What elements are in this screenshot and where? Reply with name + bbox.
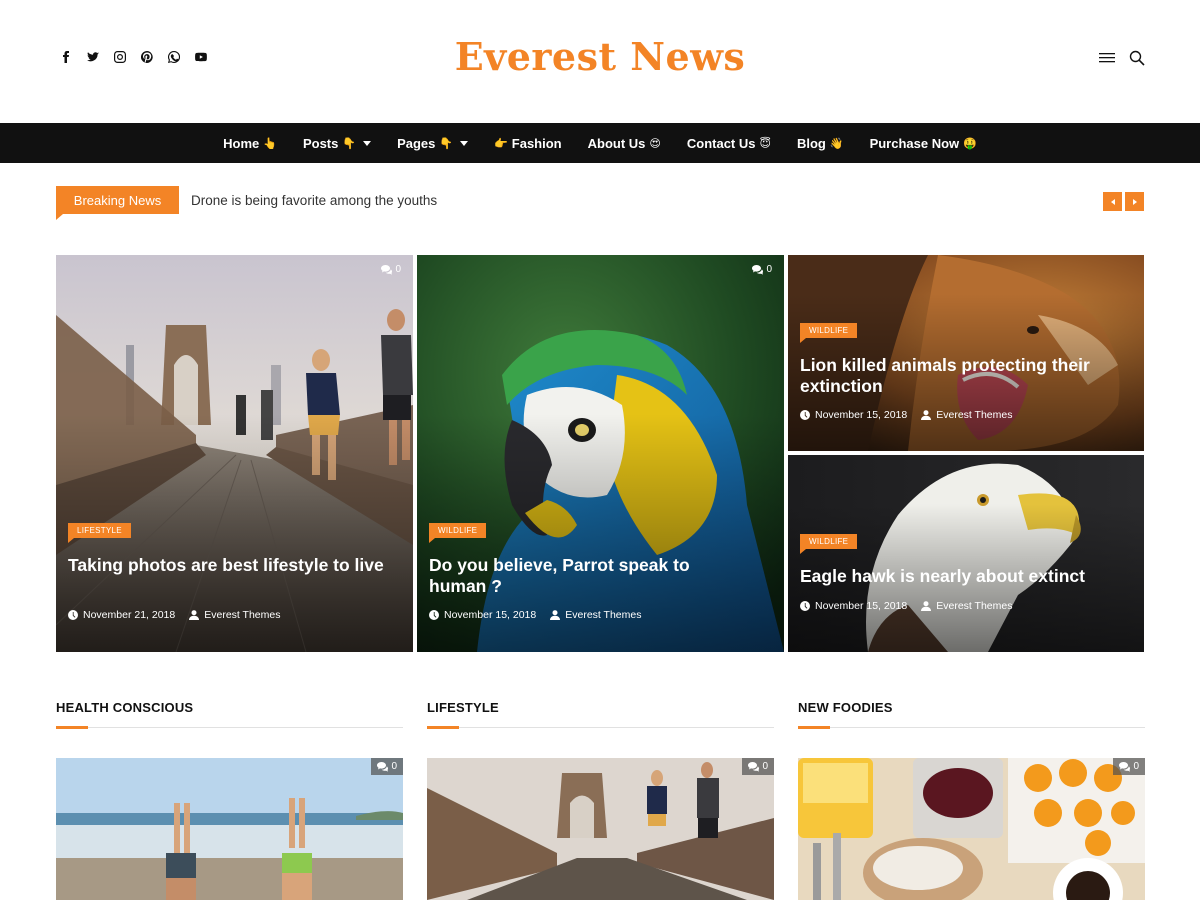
article-title[interactable]: Lion killed animals protecting their ext… bbox=[800, 355, 1140, 397]
breaking-news-controls bbox=[1103, 192, 1144, 211]
header-actions bbox=[1098, 49, 1146, 67]
beach-handstand-image bbox=[56, 758, 403, 900]
money-mouth-emoji: 🤑 bbox=[963, 137, 977, 150]
prev-arrow-icon[interactable] bbox=[1103, 192, 1122, 211]
comments-icon bbox=[748, 761, 760, 772]
article-date: November 15, 2018 bbox=[815, 409, 908, 421]
pointing-down-emoji: 👇 bbox=[342, 137, 357, 150]
comment-count-value: 0 bbox=[391, 761, 397, 772]
comment-count[interactable]: 0 bbox=[752, 264, 772, 275]
user-icon bbox=[189, 610, 200, 620]
menu-icon[interactable] bbox=[1098, 49, 1116, 67]
clock-icon bbox=[800, 410, 810, 420]
pointing-up-emoji: 👆 bbox=[263, 137, 277, 150]
comments-icon bbox=[752, 264, 764, 275]
category-tag[interactable]: WILDLIFE bbox=[800, 323, 858, 343]
section-post-card[interactable]: 0 bbox=[427, 758, 774, 900]
chevron-down-icon bbox=[363, 140, 372, 146]
article-title[interactable]: Taking photos are best lifestyle to live bbox=[68, 555, 398, 576]
nav-item-home[interactable]: Home 👆 bbox=[210, 136, 290, 151]
breakfast-image bbox=[798, 758, 1145, 900]
nav-item-pages[interactable]: Pages 👇 bbox=[384, 136, 481, 151]
article-title[interactable]: Eagle hawk is nearly about extinct bbox=[800, 566, 1140, 587]
next-arrow-icon[interactable] bbox=[1125, 192, 1144, 211]
halo-emoji: 😇 bbox=[759, 137, 771, 150]
comment-count-value: 0 bbox=[1133, 761, 1139, 772]
section-post-card[interactable]: 0 bbox=[56, 758, 403, 900]
nav-label: Fashion bbox=[511, 135, 562, 151]
section-title[interactable]: LIFESTYLE bbox=[427, 700, 774, 715]
nav-label: Blog bbox=[796, 135, 826, 151]
nav-item-blog[interactable]: Blog 👋 bbox=[784, 136, 857, 151]
user-icon bbox=[921, 601, 932, 611]
article-author[interactable]: Everest Themes bbox=[204, 609, 280, 621]
main-nav: Home 👆 Posts 👇 Pages 👇 👉 Fashion About Us 😍 C… bbox=[0, 123, 1200, 163]
user-icon bbox=[550, 610, 561, 620]
comments-icon bbox=[377, 761, 389, 772]
comments-icon bbox=[1119, 761, 1131, 772]
nav-item-posts[interactable]: Posts 👇 bbox=[290, 136, 384, 151]
comment-count[interactable]: 0 bbox=[381, 264, 401, 275]
section-header-health-conscious: HEALTH CONSCIOUS bbox=[56, 700, 403, 729]
featured-card[interactable]: 0 LIFESTYLE Taking photos are best lifes… bbox=[56, 255, 413, 652]
nav-item-contact-us[interactable]: Contact Us 😇 bbox=[674, 136, 784, 151]
article-meta: November 15, 2018 Everest Themes bbox=[429, 609, 642, 621]
comment-count[interactable]: 0 bbox=[371, 758, 403, 775]
article-author[interactable]: Everest Themes bbox=[936, 409, 1012, 421]
category-tag[interactable]: LIFESTYLE bbox=[68, 523, 131, 543]
nav-label: Pages bbox=[397, 135, 436, 151]
nav-label: About Us bbox=[587, 135, 646, 151]
breaking-news-bar: Breaking News Drone is being favorite am… bbox=[56, 186, 1144, 220]
clock-icon bbox=[68, 610, 78, 620]
bridge-runners-image bbox=[427, 758, 774, 900]
category-tag[interactable]: WILDLIFE bbox=[429, 523, 487, 543]
comment-count-value: 0 bbox=[766, 264, 772, 275]
section-title[interactable]: HEALTH CONSCIOUS bbox=[56, 700, 403, 715]
comment-count-value: 0 bbox=[395, 264, 401, 275]
nav-item-purchase-now[interactable]: Purchase Now 🤑 bbox=[857, 136, 990, 151]
site-logo[interactable]: Everest News bbox=[0, 34, 1200, 79]
section-header-new-foodies: NEW FOODIES bbox=[798, 700, 1145, 729]
nav-label: Posts bbox=[302, 135, 339, 151]
comment-count[interactable]: 0 bbox=[1113, 758, 1145, 775]
clock-icon bbox=[429, 610, 439, 620]
featured-card[interactable]: WILDLIFE Lion killed animals protecting … bbox=[788, 255, 1144, 451]
featured-card[interactable]: 0 WILDLIFE Do you believe, Parrot speak … bbox=[417, 255, 784, 652]
waving-hand-emoji: 👋 bbox=[829, 137, 844, 150]
pointing-right-emoji: 👉 bbox=[494, 137, 508, 150]
nav-label: Contact Us bbox=[686, 135, 756, 151]
section-title[interactable]: NEW FOODIES bbox=[798, 700, 1145, 715]
category-tag[interactable]: WILDLIFE bbox=[800, 534, 858, 554]
chevron-down-icon bbox=[460, 140, 469, 146]
nav-item-about-us[interactable]: About Us 😍 bbox=[575, 136, 674, 151]
breaking-news-label: Breaking News bbox=[56, 186, 179, 220]
pointing-down-emoji: 👇 bbox=[439, 137, 454, 150]
comments-icon bbox=[381, 264, 393, 275]
breaking-news-headline[interactable]: Drone is being favorite among the youths bbox=[191, 186, 437, 214]
article-author[interactable]: Everest Themes bbox=[936, 600, 1012, 612]
section-header-lifestyle: LIFESTYLE bbox=[427, 700, 774, 729]
comment-count[interactable]: 0 bbox=[742, 758, 774, 775]
site-header: Everest News bbox=[0, 0, 1200, 123]
article-title[interactable]: Do you believe, Parrot speak to human ? bbox=[429, 555, 749, 597]
article-date: November 15, 2018 bbox=[815, 600, 908, 612]
section-post-card[interactable]: 0 bbox=[798, 758, 1145, 900]
nav-label: Home bbox=[223, 135, 260, 151]
nav-label: Purchase Now bbox=[869, 135, 960, 151]
article-date: November 21, 2018 bbox=[83, 609, 176, 621]
article-meta: November 15, 2018 Everest Themes bbox=[800, 600, 1013, 612]
nav-item-fashion[interactable]: 👉 Fashion bbox=[481, 136, 575, 151]
comment-count-value: 0 bbox=[762, 761, 768, 772]
article-meta: November 15, 2018 Everest Themes bbox=[800, 409, 1013, 421]
article-author[interactable]: Everest Themes bbox=[565, 609, 641, 621]
search-icon[interactable] bbox=[1128, 49, 1146, 67]
featured-card[interactable]: WILDLIFE Eagle hawk is nearly about exti… bbox=[788, 455, 1144, 652]
article-meta: November 21, 2018 Everest Themes bbox=[68, 609, 281, 621]
clock-icon bbox=[800, 601, 810, 611]
user-icon bbox=[921, 410, 932, 420]
article-date: November 15, 2018 bbox=[444, 609, 537, 621]
heart-eyes-emoji: 😍 bbox=[649, 137, 661, 150]
